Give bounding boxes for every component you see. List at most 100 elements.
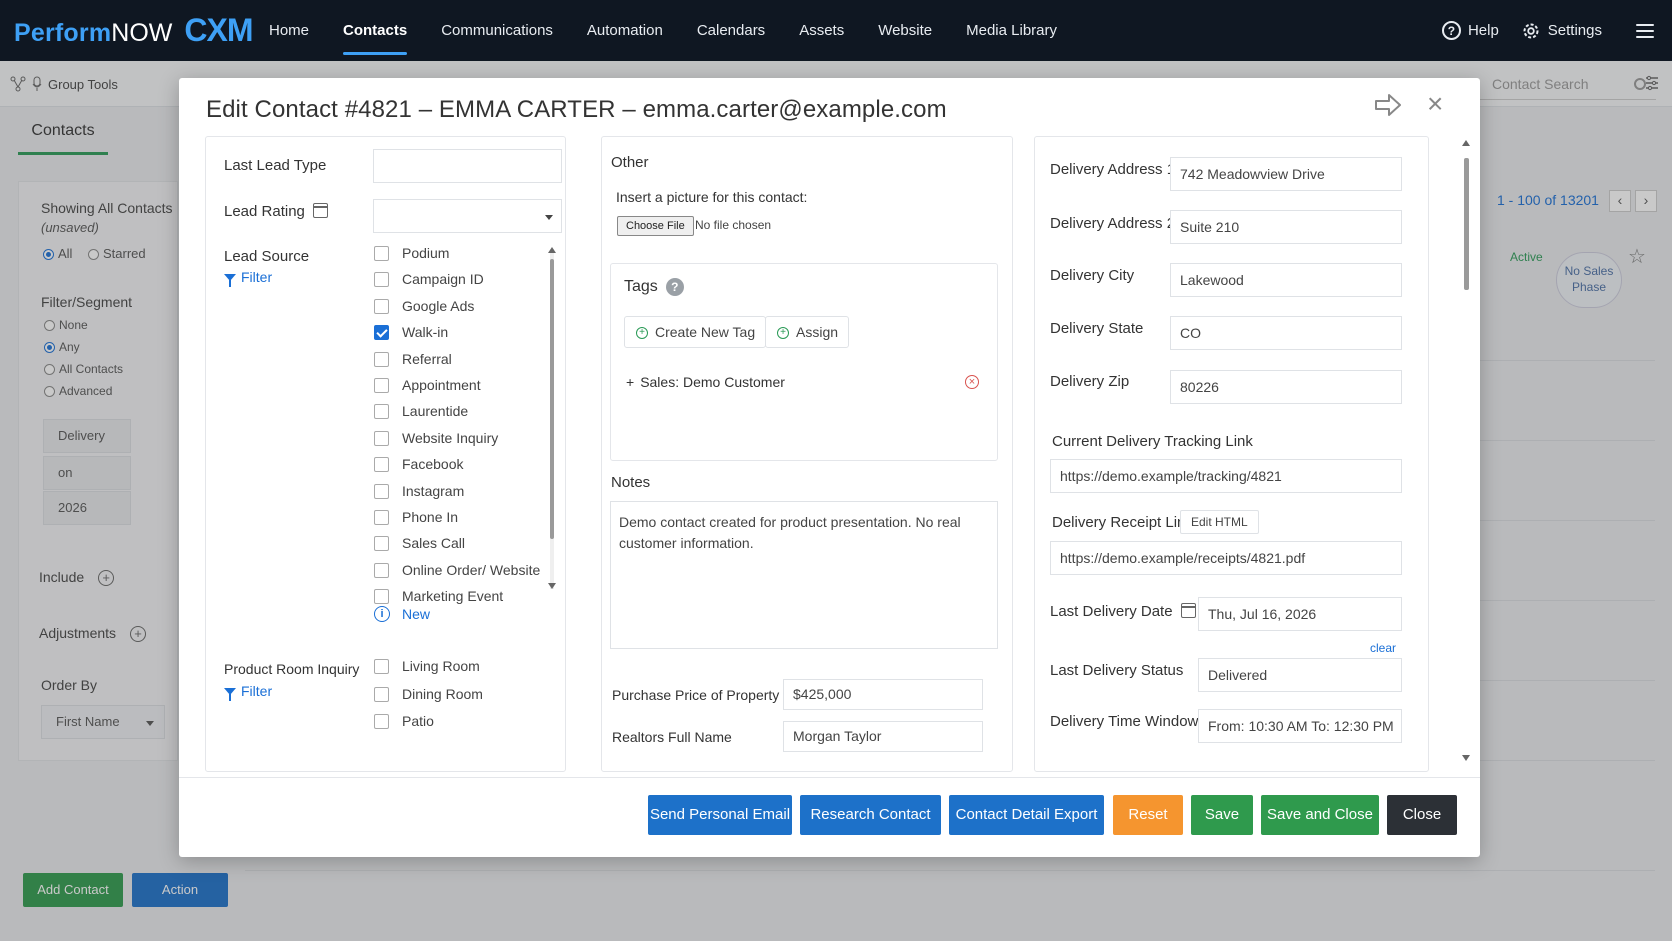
nav-communications[interactable]: Communications bbox=[424, 0, 570, 61]
menu-icon[interactable] bbox=[1636, 23, 1654, 38]
checkbox[interactable] bbox=[374, 246, 389, 261]
reset-button[interactable]: Reset bbox=[1113, 795, 1183, 835]
checkbox[interactable] bbox=[374, 562, 389, 578]
last-date-text: Last Delivery Date bbox=[1050, 603, 1173, 620]
state-input[interactable]: CO bbox=[1170, 316, 1402, 350]
share-arrow-icon[interactable] bbox=[1373, 92, 1403, 118]
notes-textarea[interactable]: Demo contact created for product present… bbox=[610, 501, 998, 649]
settings-link[interactable]: Settings bbox=[1521, 21, 1602, 41]
other-card: Other Insert a picture for this contact:… bbox=[601, 136, 1013, 772]
checkbox-label[interactable]: Phone In bbox=[402, 509, 458, 525]
last-status-input[interactable]: Delivered bbox=[1198, 658, 1402, 692]
research-contact-button[interactable]: Research Contact bbox=[800, 795, 941, 835]
lead-rating-select[interactable] bbox=[373, 199, 562, 233]
receipt-label: Delivery Receipt Link bbox=[1052, 514, 1193, 531]
modal-scrollbar-thumb[interactable] bbox=[1464, 158, 1469, 290]
plus-icon[interactable]: + bbox=[626, 374, 634, 390]
remove-tag-icon[interactable]: × bbox=[965, 375, 979, 389]
last-lead-type-input[interactable] bbox=[373, 149, 562, 183]
nav-calendars[interactable]: Calendars bbox=[680, 0, 782, 61]
checkbox[interactable] bbox=[374, 714, 389, 729]
checkbox-label[interactable]: Online Order/ Website bbox=[402, 562, 540, 578]
last-date-input[interactable]: Thu, Jul 16, 2026 bbox=[1198, 597, 1402, 631]
edit-html-button[interactable]: Edit HTML bbox=[1180, 510, 1259, 534]
create-tag-button[interactable]: + Create New Tag bbox=[624, 316, 767, 348]
nav-automation[interactable]: Automation bbox=[570, 0, 680, 61]
close-button[interactable]: Close bbox=[1387, 795, 1457, 835]
checkbox-label[interactable]: Referral bbox=[402, 351, 452, 367]
scroll-up-icon[interactable] bbox=[548, 247, 556, 253]
checkbox-label[interactable]: Podium bbox=[402, 245, 449, 261]
choose-file-button[interactable]: Choose File bbox=[617, 216, 694, 236]
checkbox[interactable] bbox=[374, 686, 389, 702]
lead-rating-text: Lead Rating bbox=[224, 203, 305, 220]
purchase-price-input[interactable]: $425,000 bbox=[783, 679, 983, 710]
modal-scroll-down-icon[interactable] bbox=[1462, 755, 1470, 761]
address2-label: Delivery Address 2 bbox=[1050, 215, 1176, 232]
nav-media-library[interactable]: Media Library bbox=[949, 0, 1074, 61]
checkbox-label[interactable]: Appointment bbox=[402, 377, 481, 393]
brand-now: NOW bbox=[111, 19, 173, 47]
modal-scroll-up-icon[interactable] bbox=[1462, 140, 1470, 146]
filter-icon bbox=[224, 273, 236, 287]
help-link[interactable]: ? Help bbox=[1441, 21, 1499, 40]
address1-input[interactable]: 742 Meadowview Drive bbox=[1170, 157, 1402, 191]
checkbox[interactable] bbox=[374, 378, 389, 393]
checkbox[interactable] bbox=[374, 483, 389, 499]
checkbox[interactable] bbox=[374, 430, 389, 446]
brand-logo[interactable]: Perform NOW CXM bbox=[14, 12, 253, 48]
checkbox[interactable] bbox=[374, 589, 389, 605]
help-icon[interactable]: ? bbox=[665, 278, 684, 296]
purchase-price-label: Purchase Price of Property bbox=[612, 687, 780, 703]
checkbox[interactable] bbox=[374, 298, 389, 314]
new-lead-source-link[interactable]: New bbox=[402, 606, 430, 622]
nav-home[interactable]: Home bbox=[252, 0, 326, 61]
checkbox-label[interactable]: Sales Call bbox=[402, 535, 465, 551]
checkbox-label[interactable]: Dining Room bbox=[402, 686, 483, 702]
clear-date-link[interactable]: clear bbox=[1370, 641, 1396, 655]
checkbox[interactable] bbox=[374, 457, 389, 473]
checkbox[interactable] bbox=[374, 272, 389, 288]
tracking-input[interactable]: https://demo.example/tracking/4821 bbox=[1050, 459, 1402, 493]
checkbox-label[interactable]: Google Ads bbox=[402, 298, 474, 314]
address2-input[interactable]: Suite 210 bbox=[1170, 210, 1402, 244]
checkbox[interactable] bbox=[374, 325, 389, 341]
scroll-down-icon[interactable] bbox=[548, 583, 556, 589]
close-icon[interactable]: × bbox=[1427, 90, 1443, 118]
checkbox-label[interactable]: Patio bbox=[402, 713, 434, 729]
brand-perform: Perform bbox=[14, 19, 112, 47]
export-button[interactable]: Contact Detail Export bbox=[949, 795, 1104, 835]
scrollbar-thumb[interactable] bbox=[550, 259, 554, 539]
checkbox[interactable] bbox=[374, 536, 389, 552]
checkbox[interactable] bbox=[374, 351, 389, 367]
state-label: Delivery State bbox=[1050, 320, 1144, 337]
checkbox[interactable] bbox=[374, 510, 389, 525]
product-room-filter[interactable]: Filter bbox=[224, 683, 273, 701]
checkbox-label[interactable]: Campaign ID bbox=[402, 271, 484, 287]
save-button[interactable]: Save bbox=[1191, 795, 1253, 835]
top-nav: Perform NOW CXM Home Contacts Communicat… bbox=[0, 0, 1672, 61]
receipt-input[interactable]: https://demo.example/receipts/4821.pdf bbox=[1050, 541, 1402, 575]
nav-assets[interactable]: Assets bbox=[782, 0, 861, 61]
assign-tag-button[interactable]: + Assign bbox=[765, 316, 850, 348]
filter-label: Filter bbox=[241, 683, 273, 699]
checkbox[interactable] bbox=[374, 659, 389, 674]
checkbox-label[interactable]: Laurentide bbox=[402, 403, 468, 419]
checkbox-label[interactable]: Instagram bbox=[402, 483, 464, 499]
checkbox-label[interactable]: Marketing Event bbox=[402, 588, 503, 604]
zip-input[interactable]: 80226 bbox=[1170, 370, 1402, 404]
checkbox-label[interactable]: Website Inquiry bbox=[402, 430, 498, 446]
save-and-close-button[interactable]: Save and Close bbox=[1261, 795, 1379, 835]
checkbox-label[interactable]: Living Room bbox=[402, 658, 480, 674]
time-window-input[interactable]: From: 10:30 AM To: 12:30 PM bbox=[1198, 709, 1402, 743]
nav-contacts[interactable]: Contacts bbox=[326, 0, 424, 61]
realtor-input[interactable]: Morgan Taylor bbox=[783, 721, 983, 752]
checkbox-label[interactable]: Facebook bbox=[402, 456, 463, 472]
calendar-icon bbox=[1180, 603, 1196, 618]
city-input[interactable]: Lakewood bbox=[1170, 263, 1402, 297]
nav-website[interactable]: Website bbox=[861, 0, 949, 61]
checkbox-label[interactable]: Walk-in bbox=[402, 324, 448, 340]
send-email-button[interactable]: Send Personal Email bbox=[648, 795, 792, 835]
lead-source-filter[interactable]: Filter bbox=[224, 269, 272, 287]
checkbox[interactable] bbox=[374, 404, 389, 420]
